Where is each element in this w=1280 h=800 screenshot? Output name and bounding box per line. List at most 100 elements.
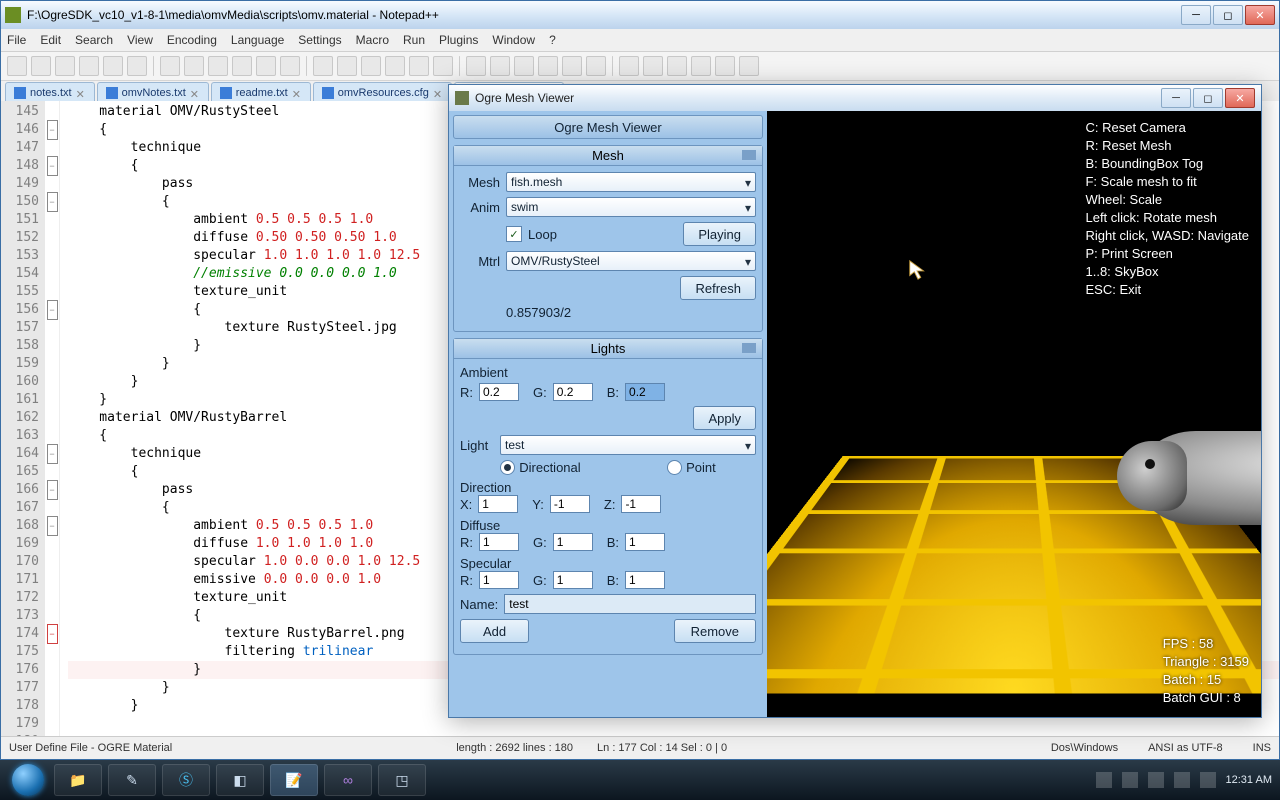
start-button[interactable]: [8, 760, 48, 800]
toolbar-button[interactable]: [433, 56, 453, 76]
ogre-close-button[interactable]: ✕: [1225, 88, 1255, 108]
toolbar-button[interactable]: [103, 56, 123, 76]
maximize-button[interactable]: ◻: [1213, 5, 1243, 25]
menu-encoding[interactable]: Encoding: [167, 33, 217, 47]
close-icon[interactable]: ✕: [433, 88, 443, 98]
directional-radio[interactable]: [500, 460, 515, 475]
toolbar-button[interactable]: [466, 56, 486, 76]
toolbar-button[interactable]: [256, 56, 276, 76]
collapse-icon[interactable]: [742, 150, 756, 160]
task-explorer[interactable]: 📁: [54, 764, 102, 796]
collapse-icon[interactable]: [742, 343, 756, 353]
ogre-titlebar[interactable]: Ogre Mesh Viewer ─ ◻ ✕: [449, 85, 1261, 111]
toolbar-button[interactable]: [459, 56, 460, 76]
task-ogre[interactable]: ◳: [378, 764, 426, 796]
toolbar-button[interactable]: [208, 56, 228, 76]
minimize-button[interactable]: ─: [1181, 5, 1211, 25]
task-notepadpp[interactable]: 📝: [270, 764, 318, 796]
spec-g-input[interactable]: [553, 571, 593, 589]
toolbar-button[interactable]: [715, 56, 735, 76]
tray-icon[interactable]: [1096, 772, 1112, 788]
task-skype[interactable]: Ⓢ: [162, 764, 210, 796]
dir-y-input[interactable]: [550, 495, 590, 513]
toolbar-button[interactable]: [79, 56, 99, 76]
close-icon[interactable]: ✕: [190, 88, 200, 98]
tray-icon[interactable]: [1148, 772, 1164, 788]
diff-g-input[interactable]: [553, 533, 593, 551]
toolbar-button[interactable]: [619, 56, 639, 76]
tray-icon[interactable]: [1200, 772, 1216, 788]
mtrl-combo[interactable]: OMV/RustySteel: [506, 251, 756, 271]
point-radio[interactable]: [667, 460, 682, 475]
ogre-maximize-button[interactable]: ◻: [1193, 88, 1223, 108]
tab-omvResources-cfg[interactable]: omvResources.cfg✕: [313, 82, 452, 103]
toolbar-button[interactable]: [313, 56, 333, 76]
toolbar-button[interactable]: [306, 56, 307, 76]
anim-combo[interactable]: swim: [506, 197, 756, 217]
toolbar-button[interactable]: [739, 56, 759, 76]
ogre-minimize-button[interactable]: ─: [1161, 88, 1191, 108]
toolbar-button[interactable]: [184, 56, 204, 76]
npp-titlebar[interactable]: F:\OgreSDK_vc10_v1-8-1\media\omvMedia\sc…: [1, 1, 1279, 29]
toolbar-button[interactable]: [232, 56, 252, 76]
ambient-b-input[interactable]: [625, 383, 665, 401]
toolbar-button[interactable]: [127, 56, 147, 76]
toolbar-button[interactable]: [153, 56, 154, 76]
dir-z-input[interactable]: [621, 495, 661, 513]
menu-macro[interactable]: Macro: [356, 33, 389, 47]
toolbar-button[interactable]: [7, 56, 27, 76]
toolbar-button[interactable]: [490, 56, 510, 76]
toolbar-button[interactable]: [538, 56, 558, 76]
toolbar-button[interactable]: [385, 56, 405, 76]
menu-search[interactable]: Search: [75, 33, 113, 47]
toolbar-button[interactable]: [160, 56, 180, 76]
toolbar-button[interactable]: [280, 56, 300, 76]
close-icon[interactable]: ✕: [292, 88, 302, 98]
menu-file[interactable]: File: [7, 33, 26, 47]
play-button[interactable]: Playing: [683, 222, 756, 246]
close-icon[interactable]: ✕: [76, 88, 86, 98]
toolbar-button[interactable]: [586, 56, 606, 76]
ambient-g-input[interactable]: [553, 383, 593, 401]
dir-x-input[interactable]: [478, 495, 518, 513]
menu-run[interactable]: Run: [403, 33, 425, 47]
toolbar-button[interactable]: [31, 56, 51, 76]
light-combo[interactable]: test: [500, 435, 756, 455]
menu-plugins[interactable]: Plugins: [439, 33, 478, 47]
toolbar-button[interactable]: [667, 56, 687, 76]
tab-omvNotes-txt[interactable]: omvNotes.txt✕: [97, 82, 209, 103]
3d-viewport[interactable]: C: Reset CameraR: Reset MeshB: BoundingB…: [767, 111, 1261, 717]
task-vs[interactable]: ∞: [324, 764, 372, 796]
refresh-button[interactable]: Refresh: [680, 276, 756, 300]
name-input[interactable]: [504, 594, 756, 614]
tab-notes-txt[interactable]: notes.txt✕: [5, 82, 95, 103]
menu-window[interactable]: Window: [492, 33, 535, 47]
taskbar[interactable]: 📁 ✎ Ⓢ ◧ 📝 ∞ ◳ 12:31 AM: [0, 760, 1280, 800]
diff-b-input[interactable]: [625, 533, 665, 551]
menu-?[interactable]: ?: [549, 33, 556, 47]
add-button[interactable]: Add: [460, 619, 529, 643]
menu-settings[interactable]: Settings: [298, 33, 341, 47]
spec-r-input[interactable]: [479, 571, 519, 589]
toolbar-button[interactable]: [612, 56, 613, 76]
toolbar-button[interactable]: [337, 56, 357, 76]
menu-edit[interactable]: Edit: [40, 33, 61, 47]
toolbar-button[interactable]: [643, 56, 663, 76]
remove-button[interactable]: Remove: [674, 619, 756, 643]
toolbar-button[interactable]: [691, 56, 711, 76]
diff-r-input[interactable]: [479, 533, 519, 551]
tray-icon[interactable]: [1122, 772, 1138, 788]
task-app2[interactable]: ◧: [216, 764, 264, 796]
tab-readme-txt[interactable]: readme.txt✕: [211, 82, 311, 103]
toolbar-button[interactable]: [361, 56, 381, 76]
menu-language[interactable]: Language: [231, 33, 284, 47]
ambient-r-input[interactable]: [479, 383, 519, 401]
loop-checkbox[interactable]: ✓: [506, 226, 522, 242]
toolbar-button[interactable]: [514, 56, 534, 76]
apply-button[interactable]: Apply: [693, 406, 756, 430]
fold-margin[interactable]: −−−−−−−−: [45, 101, 60, 737]
task-app[interactable]: ✎: [108, 764, 156, 796]
toolbar-button[interactable]: [55, 56, 75, 76]
toolbar-button[interactable]: [409, 56, 429, 76]
toolbar-button[interactable]: [562, 56, 582, 76]
